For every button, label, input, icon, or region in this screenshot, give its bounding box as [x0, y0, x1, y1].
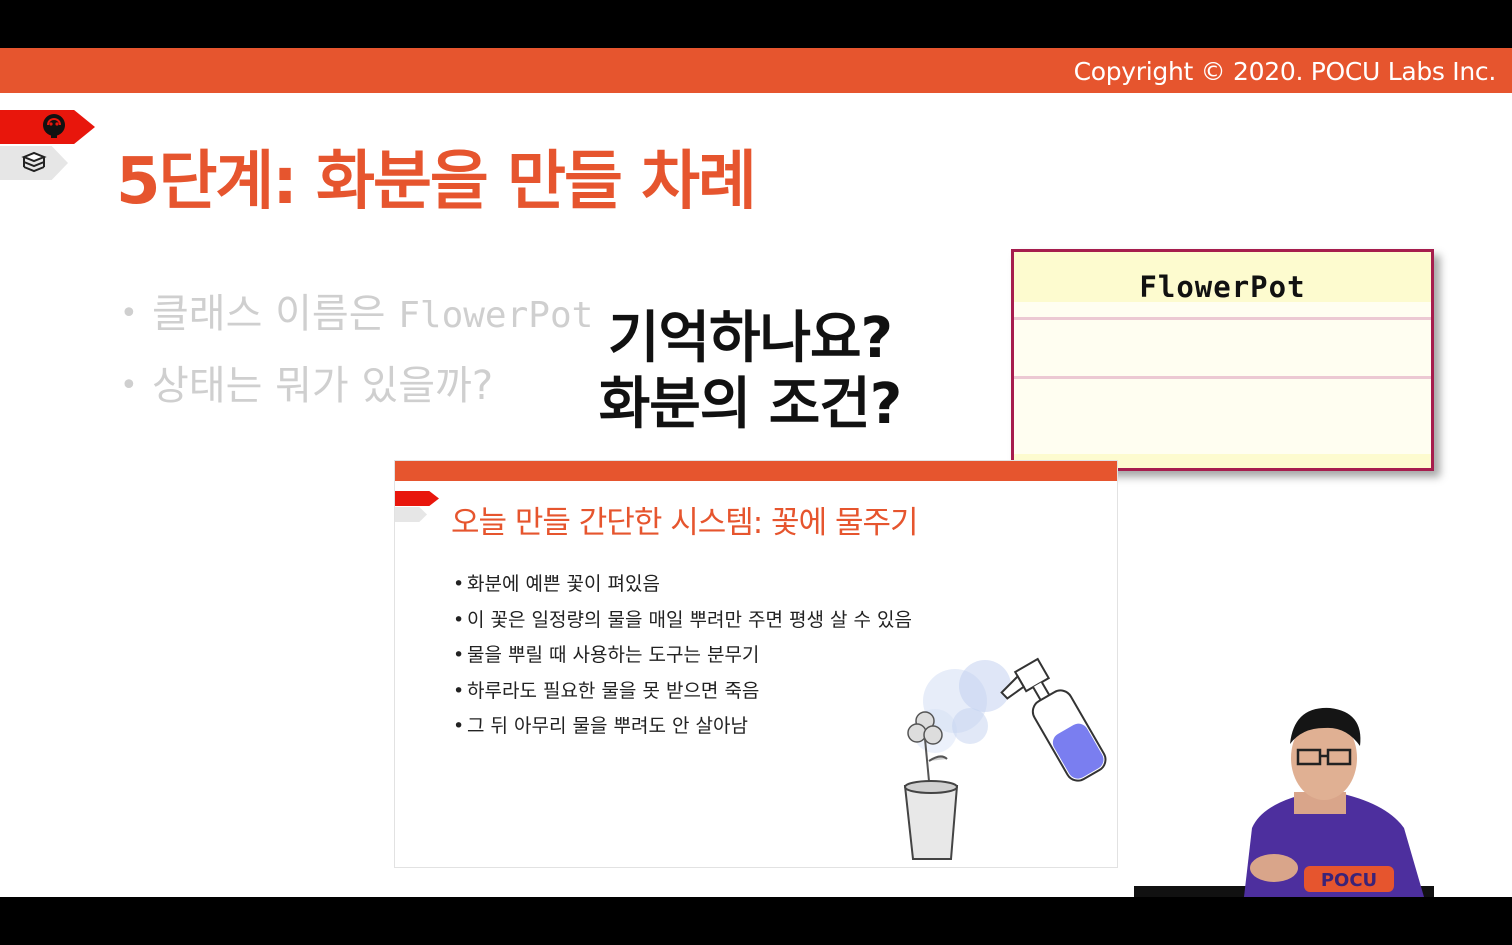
- slide-bullet: 클래스 이름은 FlowerPot: [120, 288, 593, 360]
- inset-bullet: 화분에 예쁜 꽃이 펴있음: [453, 571, 912, 607]
- slide-bullet-text: 상태는 뭐가 있을까?: [152, 363, 494, 409]
- inset-books-tab: [395, 507, 427, 522]
- inset-slide: 오늘 만들 간단한 시스템: 꽃에 물주기 화분에 예쁜 꽃이 펴있음 이 꽃은…: [394, 460, 1118, 868]
- uml-divider: [1014, 376, 1431, 379]
- slide-header-bar: Copyright © 2020. POCU Labs Inc.: [0, 48, 1512, 93]
- slide: Copyright © 2020. POCU Labs Inc. 5단계: 화분…: [0, 48, 1512, 897]
- inset-header-bar: [395, 461, 1117, 481]
- slide-title: 5단계: 화분을 만들 차례: [116, 145, 757, 219]
- slide-bullet: 상태는 뭐가 있을까?: [120, 360, 593, 432]
- inset-bullet-list: 화분에 예쁜 꽃이 펴있음 이 꽃은 일정량의 물을 매일 뿌려만 주면 평생 …: [453, 571, 912, 749]
- overlay-question: 기억하나요? 화분의 조건?: [560, 306, 940, 438]
- books-icon: [21, 151, 47, 173]
- inset-bullet: 이 꽃은 일정량의 물을 매일 뿌려만 주면 평생 살 수 있음: [453, 607, 912, 643]
- inset-bullet: 그 뒤 아무리 물을 뿌려도 안 살아남: [453, 713, 912, 749]
- overlay-line-2: 화분의 조건?: [598, 372, 903, 437]
- presenter-video: POCU: [1134, 707, 1434, 897]
- inset-bullet: 하루라도 필요한 물을 못 받으면 죽음: [453, 678, 912, 714]
- slide-bullet-list: 클래스 이름은 FlowerPot 상태는 뭐가 있을까?: [120, 288, 593, 432]
- inset-bullet: 물을 뿌릴 때 사용하는 도구는 분무기: [453, 642, 912, 678]
- inset-title: 오늘 만들 간단한 시스템: 꽃에 물주기: [451, 505, 919, 541]
- watering-illustration: [903, 657, 1107, 860]
- letterbox-top: [0, 0, 1512, 48]
- uml-class-name: FlowerPot: [1139, 270, 1306, 304]
- presenter-shirt-logo: POCU: [1321, 870, 1377, 891]
- spray-bottle-icon: [1000, 657, 1107, 782]
- inset-brain-tab: [395, 491, 439, 506]
- uml-divider: [1014, 317, 1431, 320]
- letterbox-bottom: [0, 897, 1512, 945]
- slide-bullet-text: 클래스 이름은: [152, 291, 399, 337]
- brain-icon: [43, 114, 65, 138]
- overlay-line-1: 기억하나요?: [607, 306, 893, 371]
- copyright-text: Copyright © 2020. POCU Labs Inc.: [1073, 57, 1497, 86]
- uml-class-box: FlowerPot: [1011, 249, 1434, 471]
